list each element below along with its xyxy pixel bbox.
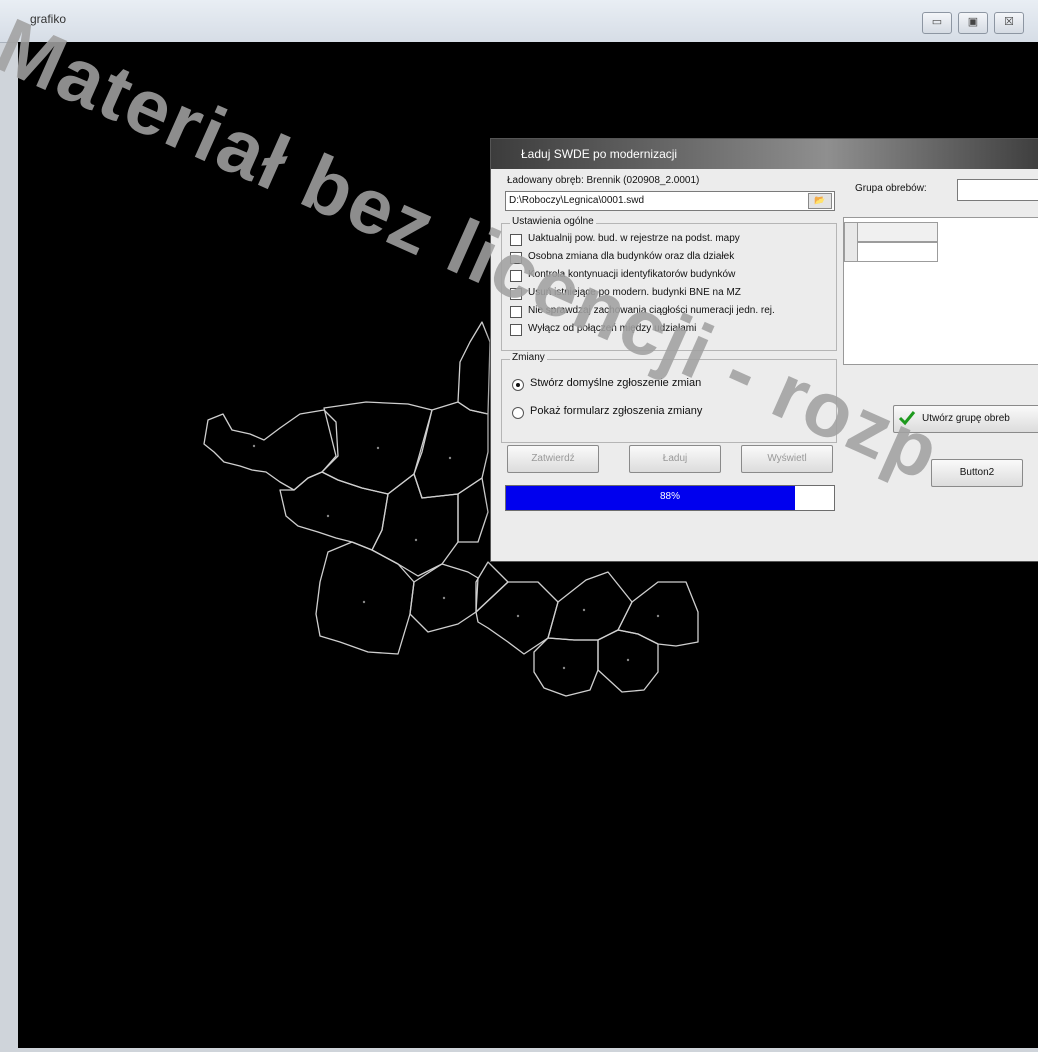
- load-button[interactable]: Ładuj: [629, 445, 721, 473]
- parcel-south-east-a: [475, 581, 559, 655]
- application-window: grafiko ▭ ▣ ☒ Ładuj SWDE po modernizacji…: [0, 0, 1038, 1052]
- parcel-center-east: [457, 477, 489, 543]
- progress-text: 88%: [659, 491, 680, 502]
- parcel-center: [371, 473, 459, 577]
- dialog-title: Ładuj SWDE po modernizacji: [521, 147, 678, 161]
- dialog-title-bar: Ładuj SWDE po modernizacji: [491, 139, 1038, 169]
- parcel-narrow-north: [457, 321, 491, 415]
- grid-row-indicator: [844, 222, 858, 262]
- parcel-south-west: [315, 541, 415, 655]
- loaded-district-label: Ładowany obręb: Brennik (020908_2.0001): [507, 175, 700, 186]
- save-button[interactable]: Zatwierdź: [507, 445, 599, 473]
- file-path-field[interactable]: D:\Roboczy\Legnica\0001.swd 📂: [505, 191, 835, 211]
- parcel-west: [203, 409, 339, 491]
- minimize-button[interactable]: ▭: [922, 12, 952, 34]
- browse-folder-icon[interactable]: 📂: [808, 193, 832, 209]
- maximize-button[interactable]: ▣: [958, 12, 988, 34]
- radio-button[interactable]: [512, 407, 524, 419]
- checkbox[interactable]: [510, 324, 522, 336]
- file-path-value: D:\Roboczy\Legnica\0001.swd: [509, 195, 645, 206]
- grid-row-cell[interactable]: [844, 242, 938, 262]
- close-button[interactable]: ☒: [994, 12, 1024, 34]
- title-bar: grafiko ▭ ▣ ☒: [0, 0, 1038, 43]
- parcel-west-south: [279, 471, 389, 551]
- parcel-south-low-a: [533, 637, 599, 697]
- parcel-south-link: [475, 561, 509, 613]
- group-list[interactable]: [843, 217, 1038, 365]
- group-input[interactable]: [957, 179, 1038, 201]
- button2[interactable]: Button2: [931, 459, 1023, 487]
- parcel-far-east: [617, 581, 699, 647]
- progress-bar: 88%: [505, 485, 835, 511]
- changes-legend: Zmiany: [510, 352, 547, 363]
- parcel-north-east: [413, 401, 489, 499]
- grid-header-cell: [844, 222, 938, 242]
- radio-button[interactable]: [512, 379, 524, 391]
- group-label: Grupa obrebów:: [855, 183, 927, 194]
